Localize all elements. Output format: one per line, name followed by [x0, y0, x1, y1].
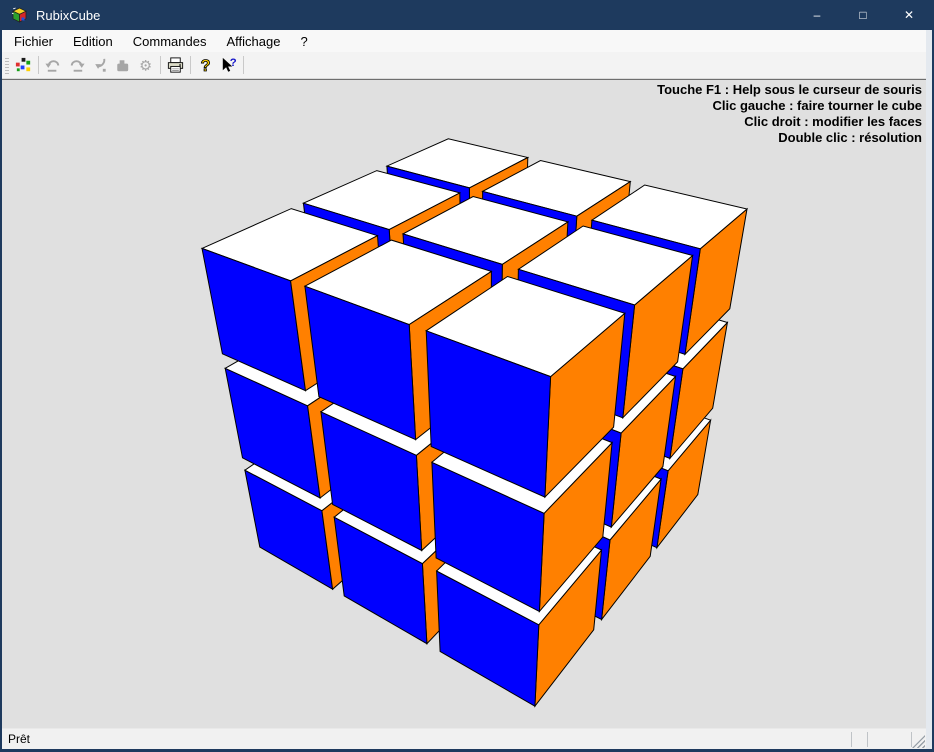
- menu-item-edition[interactable]: Edition: [63, 32, 123, 51]
- title-bar: RubixCube –□✕: [2, 0, 932, 30]
- menu-item-help[interactable]: ?: [290, 32, 317, 51]
- window-controls: –□✕: [794, 0, 932, 30]
- menu-item-commandes[interactable]: Commandes: [123, 32, 217, 51]
- svg-text:?: ?: [201, 57, 211, 75]
- svg-text:?: ?: [230, 56, 237, 68]
- window-title: RubixCube: [36, 8, 100, 23]
- menu-item-affichage[interactable]: Affichage: [216, 32, 290, 51]
- rotate-face-icon: [90, 56, 109, 75]
- undo-icon: [44, 56, 63, 75]
- menu-item-fichier[interactable]: Fichier: [4, 32, 63, 51]
- context-help-button[interactable]: ?: [217, 54, 240, 76]
- toolbar-separator: [243, 56, 244, 74]
- rotate-face-button: [88, 54, 111, 76]
- cube-colors-icon: [14, 56, 33, 75]
- resize-grip[interactable]: [912, 735, 925, 748]
- app-icon: [11, 7, 28, 24]
- context-help-icon: ?: [219, 56, 238, 75]
- redo-button: [65, 54, 88, 76]
- move-face-button: [111, 54, 134, 76]
- window-frame: FichierEditionCommandesAffichage? ⚙?? To…: [2, 30, 932, 749]
- new-cube-button[interactable]: [12, 54, 35, 76]
- toolbar-grip[interactable]: [5, 56, 9, 74]
- maximize-button[interactable]: □: [840, 0, 886, 30]
- rubik-cube[interactable]: [2, 80, 926, 728]
- help-icon: ?: [196, 56, 215, 75]
- status-bar: Prêt: [2, 728, 926, 749]
- print-button[interactable]: [164, 54, 187, 76]
- toolbar-separator: [190, 56, 191, 74]
- status-text: Prêt: [8, 732, 30, 746]
- close-button[interactable]: ✕: [886, 0, 932, 30]
- toolbar: ⚙??: [2, 52, 926, 79]
- status-pane-divider: [911, 732, 912, 747]
- toolbar-separator: [38, 56, 39, 74]
- svg-text:⚙: ⚙: [139, 58, 152, 74]
- menu-bar: FichierEditionCommandesAffichage?: [2, 30, 926, 52]
- help-button[interactable]: ?: [194, 54, 217, 76]
- status-pane-divider: [851, 732, 852, 747]
- redo-icon: [67, 56, 86, 75]
- status-pane-divider: [867, 732, 868, 747]
- undo-button: [42, 54, 65, 76]
- app-window: RubixCube –□✕ FichierEditionCommandesAff…: [0, 0, 934, 752]
- gear-icon: ⚙: [136, 56, 155, 75]
- cube-viewport[interactable]: Touche F1 : Help sous le curseur de sour…: [2, 79, 926, 728]
- settings-button: ⚙: [134, 54, 157, 76]
- move-face-icon: [113, 56, 132, 75]
- print-icon: [166, 56, 185, 75]
- minimize-button[interactable]: –: [794, 0, 840, 30]
- toolbar-separator: [160, 56, 161, 74]
